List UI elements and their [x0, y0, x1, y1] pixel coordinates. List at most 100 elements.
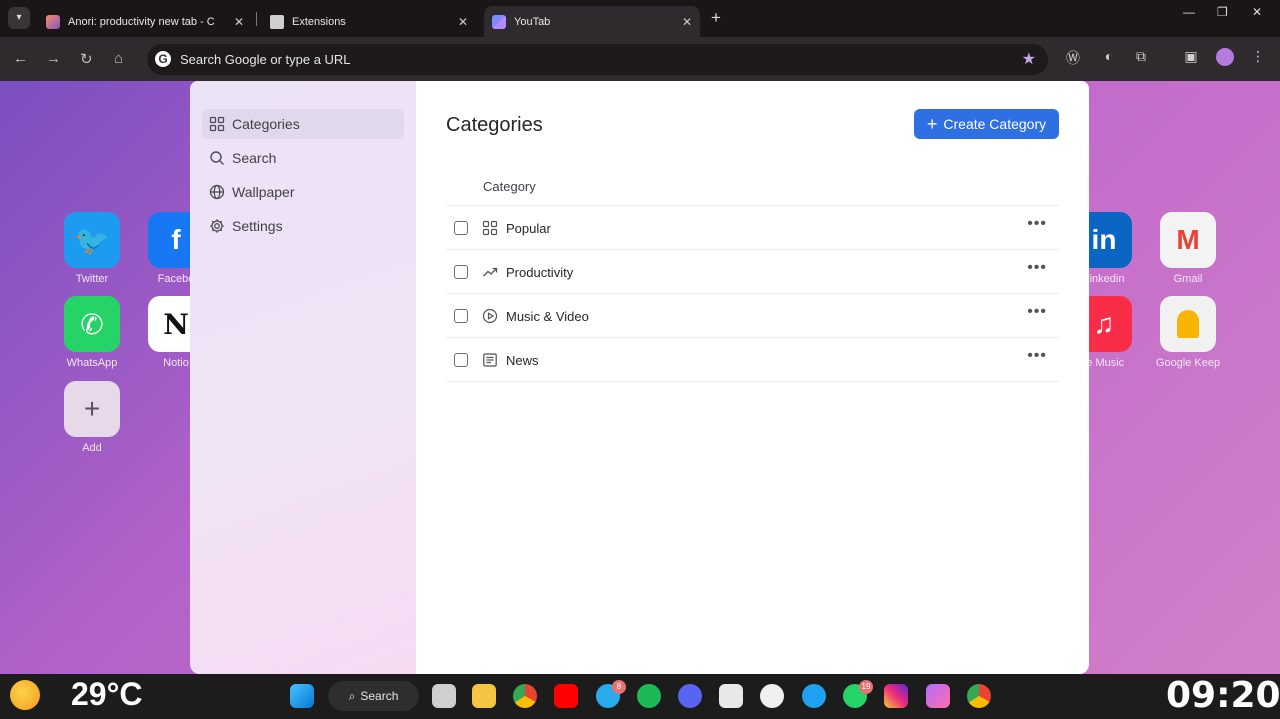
sidebar-item-search[interactable]: Search — [202, 143, 404, 173]
tab-anori[interactable]: Anori: productivity new tab - C ✕ — [38, 6, 252, 37]
close-tab-icon[interactable]: ✕ — [234, 15, 244, 29]
sidebar-item-settings[interactable]: Settings — [202, 211, 404, 241]
task-view-icon[interactable] — [432, 684, 456, 708]
youtab-favicon-icon — [492, 14, 506, 29]
back-icon[interactable]: ← — [13, 50, 28, 67]
profile-avatar[interactable] — [1215, 48, 1235, 69]
add-app-button[interactable]: + Add — [52, 381, 132, 454]
gmail-icon: M — [1160, 212, 1216, 268]
table-row[interactable]: News ••• — [446, 338, 1059, 382]
close-tab-icon[interactable]: ✕ — [458, 15, 468, 29]
puzzle-icon — [270, 14, 284, 29]
whatsapp-badge: 19 — [859, 680, 873, 694]
app-blue-icon[interactable] — [802, 684, 826, 708]
sidebar-item-label: Wallpaper — [232, 184, 295, 200]
search-icon — [210, 151, 224, 165]
app-whatsapp[interactable]: ✆ WhatsApp — [52, 296, 132, 369]
instagram-icon[interactable] — [884, 684, 908, 708]
chrome-active-icon[interactable] — [967, 684, 991, 708]
restore-icon[interactable]: ❐ — [1217, 5, 1228, 19]
close-tab-icon[interactable]: ✕ — [682, 15, 692, 29]
temperature: 29°C — [71, 676, 143, 712]
tab-search-button[interactable]: ▾ — [8, 7, 30, 29]
row-checkbox[interactable] — [454, 353, 468, 367]
trending-up-icon — [483, 267, 498, 277]
settings-modal: Categories Search Wallpaper Settings Cat… — [190, 81, 1089, 674]
windows-taskbar: 29°C ⌕ Search 8 19 09:20 — [0, 674, 1280, 719]
reload-icon[interactable]: ↻ — [80, 50, 93, 68]
browser-toolbar: ← → ↻ ⌂ G Search Google or type a URL ★ … — [0, 37, 1280, 81]
twitter-icon: 🐦 — [64, 212, 120, 268]
windows-start-icon[interactable] — [290, 684, 314, 708]
extensions-puzzle-icon[interactable]: ⧉ — [1131, 48, 1151, 65]
close-window-icon[interactable]: ✕ — [1252, 5, 1262, 19]
brush-app-icon[interactable] — [926, 684, 950, 708]
address-bar-placeholder: Search Google or type a URL — [180, 52, 351, 67]
row-checkbox[interactable] — [454, 265, 468, 279]
table-row[interactable]: Music & Video ••• — [446, 294, 1059, 338]
play-circle-icon — [482, 308, 498, 324]
newspaper-icon — [483, 353, 497, 367]
chrome-icon[interactable] — [513, 684, 537, 708]
file-explorer-icon[interactable] — [472, 684, 496, 708]
youtube-icon[interactable] — [554, 684, 578, 708]
tab-youtab[interactable]: YouTab ✕ — [484, 6, 700, 37]
create-category-label: Create Category — [943, 116, 1047, 132]
taskbar-search-label: Search — [360, 689, 399, 703]
forward-icon[interactable]: → — [46, 50, 61, 67]
extension-off-icon[interactable]: ◐ — [1099, 48, 1119, 64]
github-icon[interactable] — [760, 684, 784, 708]
tab-strip: ▾ Anori: productivity new tab - C ✕ Exte… — [0, 0, 1280, 37]
sidebar-item-label: Settings — [232, 218, 283, 234]
keep-icon — [1160, 296, 1216, 352]
home-icon[interactable]: ⌂ — [114, 50, 123, 67]
plus-icon: + — [926, 114, 938, 134]
spotify-icon[interactable] — [637, 684, 661, 708]
clock: 09:20 — [1166, 675, 1280, 716]
row-name: Popular — [506, 221, 551, 236]
tab-title: YouTab — [514, 15, 551, 28]
create-category-button[interactable]: + Create Category — [914, 109, 1059, 139]
address-bar[interactable]: G Search Google or type a URL ★ — [147, 44, 1048, 75]
side-panel-icon[interactable]: ▣ — [1181, 48, 1201, 65]
grid-icon — [482, 220, 498, 236]
app-twitter[interactable]: 🐦 Twitter — [52, 212, 132, 285]
table-row[interactable]: Popular ••• — [446, 206, 1059, 250]
extension-w-icon[interactable]: Ⓦ — [1063, 48, 1083, 68]
plus-icon: + — [64, 381, 120, 437]
telegram-badge: 8 — [612, 680, 626, 694]
more-options-icon[interactable]: ••• — [1027, 215, 1047, 233]
grid-icon — [209, 116, 225, 132]
taskbar-search[interactable]: ⌕ Search — [328, 681, 419, 711]
row-name: Music & Video — [506, 309, 589, 324]
app-gmail[interactable]: M Gmail — [1148, 212, 1228, 285]
app-label: Gmail — [1173, 273, 1203, 285]
hollow-knight-icon[interactable] — [719, 684, 743, 708]
sidebar-item-categories[interactable]: Categories — [202, 109, 404, 139]
tab-extensions[interactable]: Extensions ✕ — [262, 6, 476, 37]
page-title: Categories — [446, 114, 543, 136]
menu-kebab-icon[interactable]: ⋮ — [1248, 48, 1268, 65]
telegram-icon[interactable]: 8 — [596, 680, 626, 708]
more-options-icon[interactable]: ••• — [1027, 303, 1047, 321]
sidebar-item-wallpaper[interactable]: Wallpaper — [202, 177, 404, 207]
whatsapp-icon: ✆ — [64, 296, 120, 352]
app-google-keep[interactable]: Google Keep — [1148, 296, 1228, 369]
row-divider — [446, 381, 1059, 382]
more-options-icon[interactable]: ••• — [1027, 259, 1047, 277]
categories-panel: Categories + Create Category Category Po… — [416, 81, 1089, 674]
app-label: Google Keep — [1155, 357, 1221, 369]
minimize-icon[interactable]: — — [1183, 5, 1195, 19]
discord-icon[interactable] — [678, 684, 702, 708]
bookmark-star-icon[interactable]: ★ — [1022, 49, 1036, 69]
whatsapp-taskbar-icon[interactable]: 19 — [843, 680, 873, 708]
search-icon: ⌕ — [348, 688, 356, 703]
new-tab-button[interactable]: + — [711, 8, 721, 28]
row-checkbox[interactable] — [454, 221, 468, 235]
row-checkbox[interactable] — [454, 309, 468, 323]
weather-sun-icon[interactable] — [10, 680, 40, 710]
column-header-category: Category — [483, 179, 536, 194]
google-icon: G — [155, 51, 171, 67]
table-row[interactable]: Productivity ••• — [446, 250, 1059, 294]
more-options-icon[interactable]: ••• — [1027, 347, 1047, 365]
